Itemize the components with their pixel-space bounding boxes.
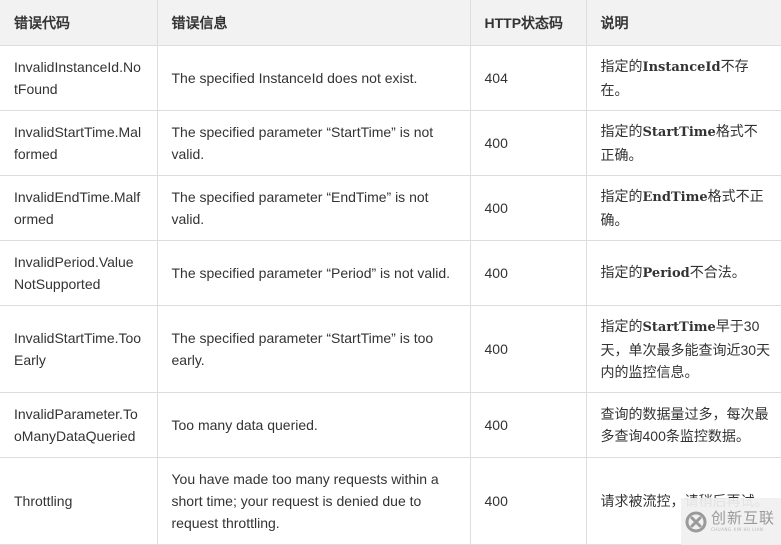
watermark-subtext: CHUANG XIN HU LIAN [711,527,764,532]
description-text: 指定的 [600,58,643,74]
table-row: InvalidInstanceId.NotFound The specified… [0,45,781,111]
table-row: InvalidStartTime.TooEarly The specified … [0,305,781,393]
description-text: 指定的 [600,188,643,204]
http-status-cell: 400 [469,392,587,458]
watermark-text: 创新互联 [711,509,776,527]
error-code-table: 错误代码 错误信息 HTTP状态码 说明 InvalidInstanceId.N… [0,0,781,545]
error-code-cell: InvalidEndTime.Malformed [0,175,158,241]
header-description: 说明 [585,0,781,46]
table-row: Throttling You have made too many reques… [0,457,781,545]
http-status-cell: 400 [469,175,587,241]
watermark: 创新互联 CHUANG XIN HU LIAN [681,498,781,545]
table-row: InvalidParameter.TooManyDataQueried Too … [0,392,781,458]
table-row: InvalidPeriod.ValueNotSupported The spec… [0,240,781,306]
http-status-cell: 400 [469,110,587,176]
description-param: Period [642,266,690,281]
table-row: InvalidEndTime.Malformed The specified p… [0,175,781,241]
description-cell: 指定的InstanceId不存在。 [585,45,781,111]
http-status-cell: 400 [469,457,587,545]
error-code-cell: InvalidStartTime.TooEarly [0,305,158,393]
header-error-message: 错误信息 [156,0,471,46]
error-message-cell: Too many data queried. [156,392,471,458]
description-text: 指定的 [600,123,643,139]
description-text: 查询的数据量过多，每次最多查询400条监控数据。 [600,406,769,444]
http-status-cell: 400 [469,305,587,393]
table-header-row: 错误代码 错误信息 HTTP状态码 说明 [0,0,781,46]
description-text: 指定的 [600,264,643,280]
header-error-code: 错误代码 [0,0,158,46]
error-message-cell: The specified parameter “StartTime” is n… [156,110,471,176]
header-http-status: HTTP状态码 [469,0,587,46]
description-text: 指定的 [600,318,643,334]
chuangxin-logo-icon [685,511,707,533]
description-param: InstanceId [642,60,721,75]
error-message-cell: The specified parameter “EndTime” is not… [156,175,471,241]
error-code-cell: InvalidInstanceId.NotFound [0,45,158,111]
description-cell: 指定的Period不合法。 [585,240,781,306]
error-message-cell: The specified parameter “StartTime” is t… [156,305,471,393]
description-cell: 指定的EndTime格式不正确。 [585,175,781,241]
error-code-cell: Throttling [0,457,158,545]
error-code-cell: InvalidParameter.TooManyDataQueried [0,392,158,458]
description-param: StartTime [642,125,716,140]
description-cell: 指定的StartTime格式不正确。 [585,110,781,176]
description-cell: 指定的StartTime早于30天，单次最多能查询近30天内的监控信息。 [585,305,781,393]
description-cell: 查询的数据量过多，每次最多查询400条监控数据。 [585,392,781,458]
error-code-cell: InvalidStartTime.Malformed [0,110,158,176]
http-status-cell: 400 [469,240,587,306]
table-row: InvalidStartTime.Malformed The specified… [0,110,781,176]
description-text: 不合法。 [689,264,746,280]
http-status-cell: 404 [469,45,587,111]
error-message-cell: The specified InstanceId does not exist. [156,45,471,111]
error-message-cell: The specified parameter “Period” is not … [156,240,471,306]
error-message-cell: You have made too many requests within a… [156,457,471,545]
description-param: StartTime [642,320,716,335]
error-code-cell: InvalidPeriod.ValueNotSupported [0,240,158,306]
description-param: EndTime [642,190,708,205]
